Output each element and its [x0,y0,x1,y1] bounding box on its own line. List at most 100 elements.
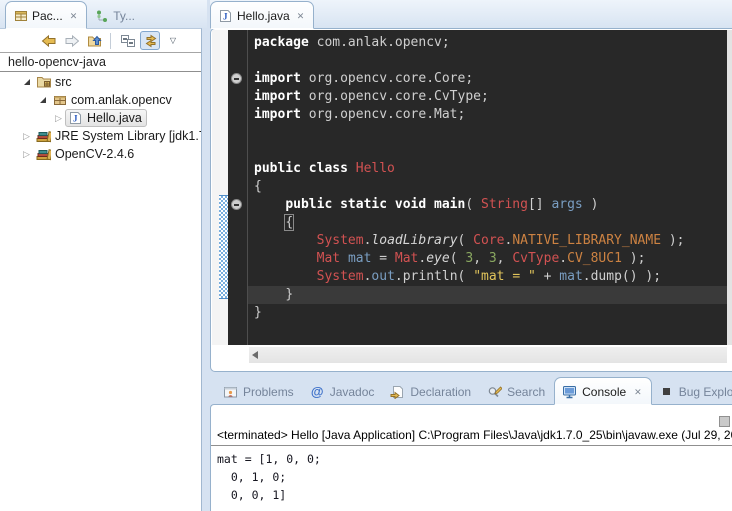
range-indicator [219,195,228,299]
java-file-icon: J [218,8,233,23]
console-tabstrip: Problems @ Javadoc Declaration Search Console… [210,378,732,404]
code-token: . [559,251,567,266]
code-token [254,197,285,212]
view-tab-search[interactable]: Search [480,378,554,404]
tree-item-opencv-2-4-6[interactable]: ▷OpenCV-2.4.6 [0,145,201,163]
folding-ruler[interactable] [228,30,247,345]
tab-label: Console [582,385,626,399]
collapse-arrow-icon[interactable] [20,79,33,85]
close-icon[interactable]: ✕ [297,11,305,21]
code-token: org.opencv.core.Core; [301,71,473,86]
svg-text:J: J [223,11,228,21]
code-token [254,233,317,248]
console-view: <terminated> Hello [Java Application] C:… [210,404,732,511]
arrow-open [40,97,46,103]
back-arrow-icon [41,33,56,48]
code-token: org.opencv.core.CvType; [301,89,489,104]
package-explorer-icon [13,8,28,23]
code-token: + [536,269,559,284]
close-icon[interactable]: ✕ [634,387,642,397]
collapse-all-button[interactable] [117,31,137,50]
expand-arrow-icon[interactable]: ▷ [52,114,65,123]
eclipse-window: Pac...✕Ty... ▽ hello-opencv-java src com.… [0,0,732,511]
code-token: ( [450,251,466,266]
tree-item-content: src [33,73,77,91]
console-output-line: 0, 1, 0; [217,468,732,486]
fold-collapse-icon[interactable] [231,73,242,84]
expand-arrow-icon[interactable]: ▷ [20,150,33,159]
back-button[interactable] [38,31,58,50]
code-line: { [248,178,727,196]
java-file-icon: J [68,111,83,126]
square-icon [659,384,674,399]
code-token: args [551,197,582,212]
tab-label: Search [507,385,545,399]
tree-item-label: src [55,75,72,89]
code-token: 3 [489,251,497,266]
view-tab-bug-explorer[interactable]: Bug Explorer [652,378,732,404]
code-token [254,269,317,284]
code-line: public class Hello [248,160,727,178]
code-token: , [497,251,513,266]
forward-button[interactable] [61,31,81,50]
project-root[interactable]: hello-opencv-java [0,53,201,72]
code-token: ( [465,197,481,212]
tree-item-jre-system-library-jdk1-7-0-25[interactable]: ▷JRE System Library [jdk1.7.0_25] [0,127,201,145]
link-with-editor-button[interactable] [140,31,160,50]
tab-label: Javadoc [330,385,375,399]
code-line: public static void main( String[] args ) [248,196,727,214]
expand-arrow-icon[interactable]: ▷ [20,132,33,141]
up-button[interactable] [84,31,104,50]
close-icon[interactable]: ✕ [70,11,78,21]
code-token: . [583,269,591,284]
console-output-line: mat = [1, 0, 0; [217,450,732,468]
code-token: ( [458,233,474,248]
code-token: } [254,287,293,302]
collapse-arrow-icon[interactable] [36,97,49,103]
editor-horizontal-scrollbar[interactable] [249,347,727,363]
code-token: System [317,233,364,248]
view-tab-pac[interactable]: Pac...✕ [5,1,87,29]
code-editor[interactable]: package com.anlak.opencv; import org.open… [247,30,727,345]
library-icon [36,129,51,144]
code-line: System.loadLibrary( Core.NATIVE_LIBRARY_… [248,232,727,250]
code-token: eye [426,251,449,266]
code-token: = [371,251,394,266]
view-tab-console[interactable]: Console ✕ [554,377,652,405]
tab-label: Declaration [410,385,471,399]
code-token: public static void [285,197,434,212]
left-panel-tabstrip: Pac...✕Ty... [0,0,207,28]
code-token: . [395,269,403,284]
tree-item-src[interactable]: src [0,73,201,91]
code-line: import org.opencv.core.CvType; [248,88,727,106]
editor-tab-hello-java[interactable]: JHello.java✕ [210,1,314,29]
view-menu-button[interactable]: ▽ [163,31,183,50]
scroll-left-arrow-icon[interactable] [252,351,258,359]
view-tab-declaration[interactable]: Declaration [383,378,480,404]
svg-text:J: J [73,114,78,124]
console-toolbar-icon[interactable] [719,416,730,427]
code-line: package com.anlak.opencv; [248,34,727,52]
code-token: , [473,251,489,266]
javadoc-icon: @ [310,384,325,399]
view-tab-ty[interactable]: Ty... [87,2,144,28]
project-tree: srccom.anlak.opencv▷JHello.java▷JRE Syst… [0,72,201,163]
package-explorer-panel: ▽ hello-opencv-java src com.anlak.opencv ▷… [0,28,202,511]
code-token: import [254,71,301,86]
fold-collapse-icon[interactable] [231,199,242,210]
package-folder-icon [36,75,51,90]
console-output[interactable]: mat = [1, 0, 0; 0, 1, 0; 0, 0, 1] [211,446,732,504]
code-line [248,124,727,142]
tree-item-content: OpenCV-2.4.6 [33,145,139,163]
code-line: } [248,286,727,304]
code-token: System [317,269,364,284]
vertical-ruler[interactable] [212,30,228,345]
editor-vertical-scrollbar[interactable] [727,30,732,345]
view-tab-problems[interactable]: Problems [216,378,303,404]
code-line: } [248,304,727,322]
code-token: ) [583,197,599,212]
tree-item-com-anlak-opencv[interactable]: com.anlak.opencv [0,91,201,109]
tree-item-hello-java[interactable]: ▷JHello.java [0,109,201,127]
view-tab-javadoc[interactable]: @ Javadoc [303,378,384,404]
code-token: dump [591,269,622,284]
